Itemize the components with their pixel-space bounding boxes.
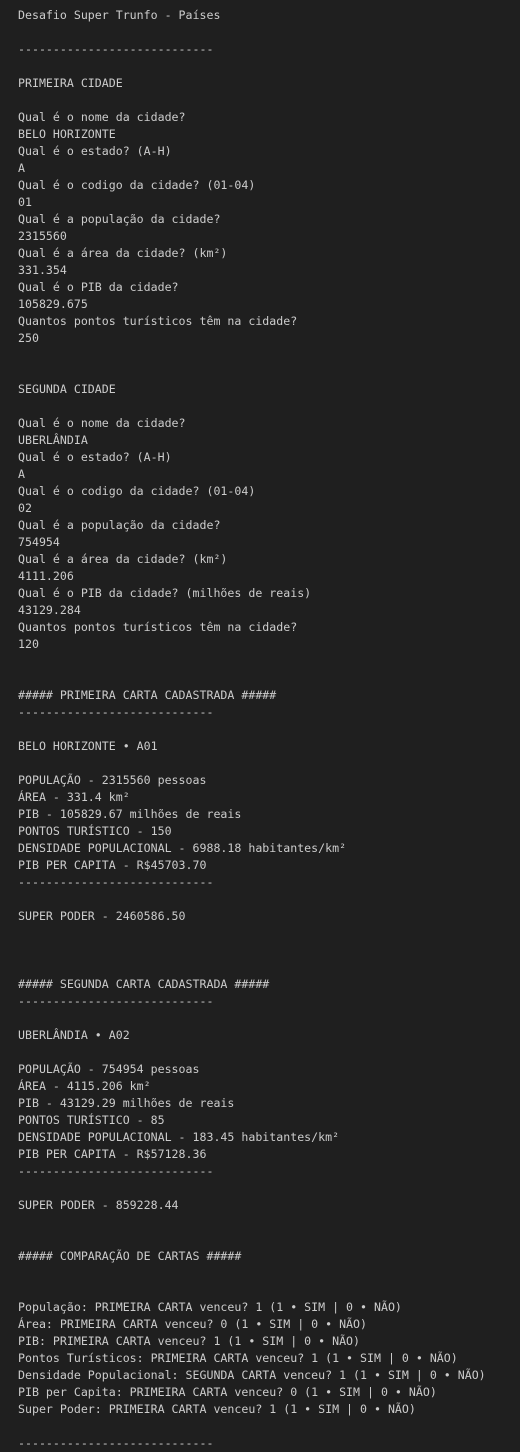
card-1-density: DENSIDADE POPULACIONAL - 6988.18 habitan… [18,841,347,855]
card-2-super-power: SUPER PODER - 859228.44 [18,1198,179,1212]
card-1-tourist-points: PONTOS TURÍSTICO - 150 [18,824,172,838]
card-1-heading: ##### PRIMEIRA CARTA CADASTRADA ##### [18,688,277,702]
comparison-heading: ##### COMPARAÇÃO DE CARTAS ##### [18,1249,242,1263]
card-2-pib: PIB - 43129.29 milhões de reais [18,1096,235,1110]
input-city-name: UBERLÂNDIA [18,433,88,447]
prompt-area: Qual é a área da cidade? (km²) [18,246,228,260]
card-1-area: ÁREA - 331.4 km² [18,790,130,804]
prompt-state: Qual é o estado? (A-H) [18,144,172,158]
comparison-super-power: Super Poder: PRIMEIRA CARTA venceu? 1 (1… [18,1402,416,1416]
divider-line: ---------------------------- [18,1436,214,1450]
card-2-pib-per-capita: PIB PER CAPITA - R$57128.36 [18,1147,207,1161]
input-state: A [18,161,25,175]
input-population: 2315560 [18,229,67,243]
card-2-name-code: UBERLÂNDIA • A02 [18,1028,130,1042]
input-pib: 105829.675 [18,297,88,311]
prompt-pib: Qual é o PIB da cidade? [18,280,179,294]
input-tourist-points: 120 [18,637,39,651]
comparison-pib-per-capita: PIB per Capita: PRIMEIRA CARTA venceu? 0… [18,1385,437,1399]
divider-line: ---------------------------- [18,42,214,56]
comparison-pib: PIB: PRIMEIRA CARTA venceu? 1 (1 • SIM |… [18,1334,361,1348]
prompt-tourist-points: Quantos pontos turísticos têm na cidade? [18,620,298,634]
card-1-pib: PIB - 105829.67 milhões de reais [18,807,242,821]
divider-line: ---------------------------- [18,705,214,719]
card-2-heading: ##### SEGUNDA CARTA CADASTRADA ##### [18,977,270,991]
program-title: Desafio Super Trunfo - Países [18,8,221,22]
prompt-population: Qual é a população da cidade? [18,212,221,226]
prompt-population: Qual é a população da cidade? [18,518,221,532]
card-1-pib-per-capita: PIB PER CAPITA - R$45703.70 [18,858,207,872]
input-tourist-points: 250 [18,331,39,345]
input-city-code: 01 [18,195,32,209]
divider-line: ---------------------------- [18,1164,214,1178]
divider-line: ---------------------------- [18,994,214,1008]
prompt-city-code: Qual é o codigo da cidade? (01-04) [18,484,256,498]
input-area: 331.354 [18,263,67,277]
input-state: A [18,467,25,481]
prompt-pib: Qual é o PIB da cidade? (milhões de reai… [18,586,312,600]
card-2-tourist-points: PONTOS TURÍSTICO - 85 [18,1113,165,1127]
comparison-area: Área: PRIMEIRA CARTA venceu? 0 (1 • SIM … [18,1317,368,1331]
section-heading-first-city: PRIMEIRA CIDADE [18,76,123,90]
prompt-area: Qual é a área da cidade? (km²) [18,552,228,566]
prompt-state: Qual é o estado? (A-H) [18,450,172,464]
prompt-city-name: Qual é o nome da cidade? [18,110,186,124]
input-city-code: 02 [18,501,32,515]
terminal-output: Desafio Super Trunfo - Países ----------… [0,0,520,1450]
card-1-super-power: SUPER PODER - 2460586.50 [18,909,186,923]
comparison-density: Densidade Populacional: SEGUNDA CARTA ve… [18,1368,486,1382]
comparison-population: População: PRIMEIRA CARTA venceu? 1 (1 •… [18,1300,402,1314]
input-pib: 43129.284 [18,603,81,617]
card-2-density: DENSIDADE POPULACIONAL - 183.45 habitant… [18,1130,340,1144]
card-1-name-code: BELO HORIZONTE • A01 [18,739,158,753]
comparison-tourist-points: Pontos Turísticos: PRIMEIRA CARTA venceu… [18,1351,458,1365]
input-city-name: BELO HORIZONTE [18,127,116,141]
input-population: 754954 [18,535,60,549]
prompt-city-name: Qual é o nome da cidade? [18,416,186,430]
prompt-tourist-points: Quantos pontos turísticos têm na cidade? [18,314,298,328]
input-area: 4111.206 [18,569,74,583]
prompt-city-code: Qual é o codigo da cidade? (01-04) [18,178,256,192]
divider-line: ---------------------------- [18,875,214,889]
card-1-population: POPULAÇÃO - 2315560 pessoas [18,773,207,787]
card-2-population: POPULAÇÃO - 754954 pessoas [18,1062,200,1076]
card-2-area: ÁREA - 4115.206 km² [18,1079,151,1093]
section-heading-second-city: SEGUNDA CIDADE [18,382,116,396]
